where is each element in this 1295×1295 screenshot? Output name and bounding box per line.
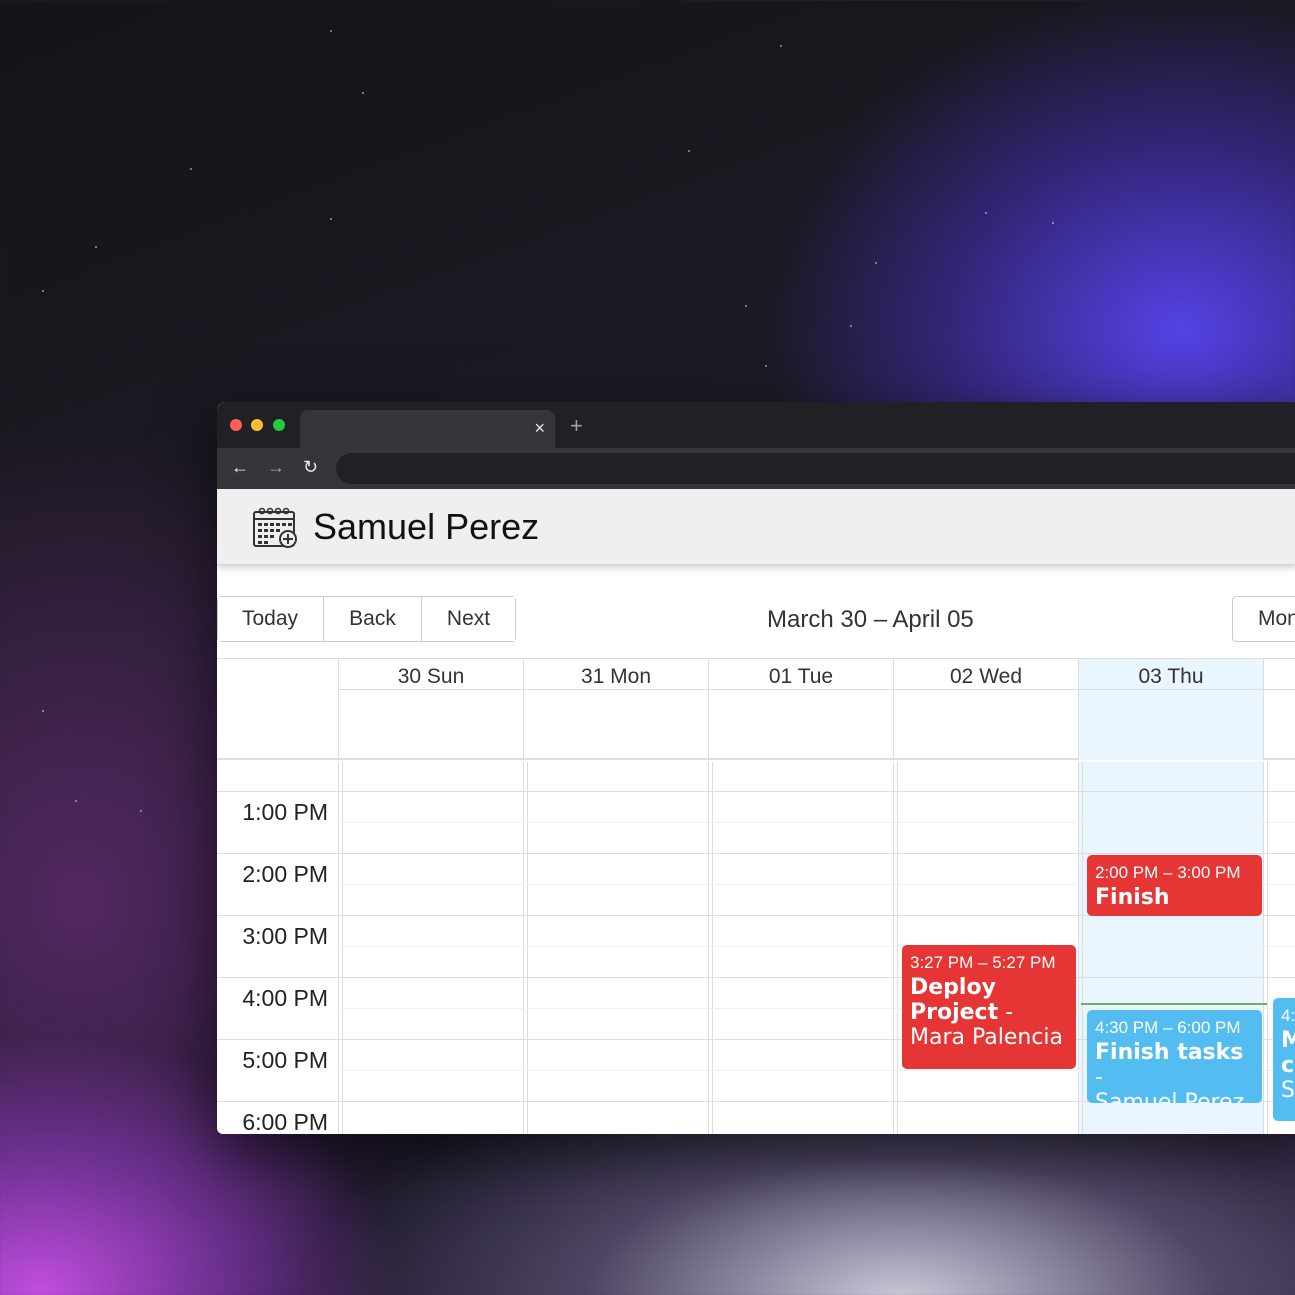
address-bar[interactable] <box>336 453 1295 484</box>
event-separator: c <box>1281 1053 1295 1078</box>
star <box>688 150 690 152</box>
current-time-indicator <box>1081 1003 1267 1005</box>
navigation-button-group: Today Back Next <box>217 596 516 642</box>
page-title: Samuel Perez <box>313 506 540 547</box>
grid-line <box>217 977 338 978</box>
reload-icon[interactable]: ↻ <box>303 456 318 478</box>
date-range-label: March 30 – April 05 <box>767 606 974 633</box>
time-label: 2:00 PM <box>242 861 328 887</box>
event-title: Deploy Project <box>910 975 999 1025</box>
event-time: 4: <box>1281 1006 1295 1025</box>
grid-line <box>338 791 1295 792</box>
back-arrow-icon[interactable]: ← <box>231 456 249 478</box>
star <box>330 218 332 220</box>
today-button[interactable]: Today <box>218 597 324 641</box>
back-button[interactable]: Back <box>324 597 422 641</box>
star <box>850 325 852 327</box>
star <box>190 168 192 170</box>
day-header-label[interactable]: 02 Wed <box>894 659 1078 690</box>
calendar-event[interactable]: 4: M c S <box>1273 998 1295 1121</box>
time-grid: 1:00 PM 2:00 PM 3:00 PM 4:00 PM 5:00 PM … <box>217 762 1295 1134</box>
star <box>875 262 877 264</box>
day-header <box>1263 659 1295 760</box>
day-header-label[interactable]: 31 Mon <box>524 659 708 690</box>
day-header-label[interactable]: 03 Thu <box>1079 659 1263 690</box>
event-title: Finish tasks <box>1095 1040 1244 1065</box>
event-separator: - <box>998 1000 1014 1025</box>
calendar-event[interactable]: 3:27 PM – 5:27 PM Deploy Project - Mara … <box>902 945 1076 1069</box>
app-header: Samuel Perez <box>217 489 1295 565</box>
event-title: M <box>1281 1028 1295 1053</box>
star <box>1052 222 1054 224</box>
grid-line <box>338 1008 1295 1009</box>
grid-line <box>338 977 1295 978</box>
grid-line <box>217 1039 338 1040</box>
grid-line <box>338 822 1295 823</box>
day-header: 30 Sun <box>338 659 523 760</box>
tab-bar: × + <box>217 402 1295 448</box>
star <box>362 92 364 94</box>
month-view-button[interactable]: Mon <box>1232 596 1295 642</box>
star <box>745 305 747 307</box>
day-column[interactable] <box>523 762 708 1134</box>
time-label: 6:00 PM <box>242 1109 328 1134</box>
event-attendee: Mara Palencia <box>910 1025 1064 1050</box>
event-time: 3:27 PM – 5:27 PM <box>910 953 1056 972</box>
calendar-event[interactable]: 4:30 PM – 6:00 PM Finish tasks - Samuel … <box>1087 1010 1262 1103</box>
time-label: 5:00 PM <box>242 1047 328 1073</box>
day-header-label[interactable]: 01 Tue <box>709 659 893 690</box>
browser-tab[interactable]: × <box>300 410 555 448</box>
tab-close-icon[interactable]: × <box>534 417 545 439</box>
grid-line <box>338 853 1295 854</box>
star <box>42 710 44 712</box>
day-header-label[interactable]: 30 Sun <box>339 659 523 690</box>
forward-arrow-icon[interactable]: → <box>267 456 285 478</box>
day-column[interactable] <box>708 762 893 1134</box>
next-button[interactable]: Next <box>422 597 515 641</box>
grid-line <box>217 1101 338 1102</box>
grid-line <box>217 791 338 792</box>
day-header-today: 03 Thu <box>1078 659 1263 760</box>
event-time: 4:30 PM – 6:00 PM <box>1095 1018 1241 1037</box>
time-label: 4:00 PM <box>242 985 328 1011</box>
event-attendee: Samuel Perez <box>1095 1090 1245 1103</box>
calendar-event[interactable]: 2:00 PM – 3:00 PM Finish <box>1087 855 1262 916</box>
star <box>95 246 97 248</box>
time-label: 1:00 PM <box>242 799 328 825</box>
grid-line <box>338 946 1295 947</box>
new-tab-icon[interactable]: + <box>570 414 583 438</box>
star <box>985 212 987 214</box>
minimize-window-button[interactable] <box>251 419 263 431</box>
navigation-bar: ← → ↻ <box>217 448 1295 489</box>
star <box>140 810 142 812</box>
calendar-toolbar: Today Back Next March 30 – April 05 Mon <box>217 596 1295 642</box>
star <box>42 290 44 292</box>
day-header: 01 Tue <box>708 659 893 760</box>
grid-line <box>217 853 338 854</box>
week-calendar: 30 Sun 31 Mon 01 Tue 02 Wed 03 Thu 1:00 … <box>217 658 1295 1134</box>
day-column[interactable] <box>338 762 523 1134</box>
event-time: 2:00 PM – 3:00 PM <box>1095 863 1241 882</box>
star <box>75 800 77 802</box>
grid-line <box>217 915 338 916</box>
day-header: 31 Mon <box>523 659 708 760</box>
day-header-label[interactable] <box>1264 659 1295 690</box>
maximize-window-button[interactable] <box>273 419 285 431</box>
day-header: 02 Wed <box>893 659 1078 760</box>
time-label: 3:00 PM <box>242 923 328 949</box>
star <box>765 365 767 367</box>
event-separator: - <box>1095 1065 1103 1090</box>
event-title: Finish <box>1095 885 1170 910</box>
day-header-row: 30 Sun 31 Mon 01 Tue 02 Wed 03 Thu <box>217 659 1295 760</box>
calendar-add-icon <box>253 507 297 548</box>
star <box>780 45 782 47</box>
browser-window: × + ← → ↻ Samuel Perez Today Back Next M… <box>217 402 1295 1134</box>
event-attendee: S <box>1281 1078 1295 1103</box>
close-window-button[interactable] <box>230 419 242 431</box>
star <box>330 30 332 32</box>
